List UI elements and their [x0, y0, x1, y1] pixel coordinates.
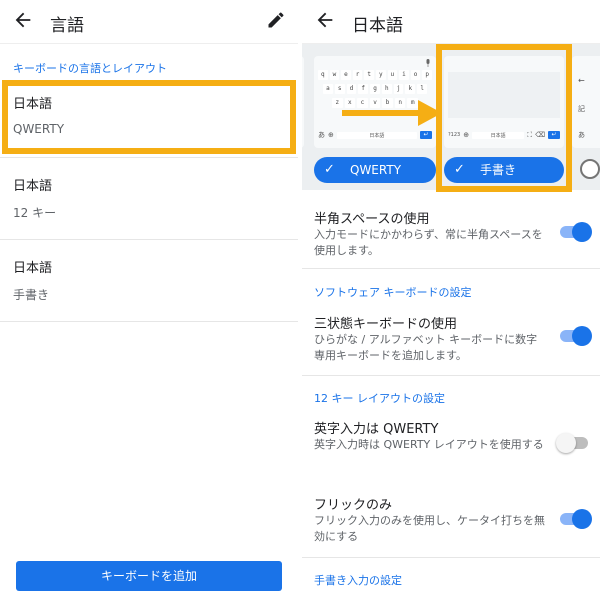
highlight-frame — [2, 80, 296, 154]
section-label-keyboard-languages: キーボードの言語とレイアウト — [13, 62, 167, 75]
key: r — [352, 70, 363, 80]
toggle-knob — [572, 222, 592, 242]
divider — [302, 268, 600, 269]
keyboard-row-2: a s d f g h j k l — [323, 84, 428, 94]
back-arrow-icon[interactable] — [12, 9, 34, 31]
toggle-knob — [556, 433, 576, 453]
setting-title: フリックのみ — [314, 498, 393, 513]
keyboard-bottom-row: あ ⊕ 日本語 ↵ — [318, 130, 432, 140]
space-key: 日本語 — [336, 131, 417, 139]
microphone-icon — [426, 59, 430, 67]
key: q — [318, 70, 328, 80]
divider — [302, 557, 600, 558]
edit-pencil-icon[interactable] — [266, 10, 286, 30]
layout-chip-qwerty[interactable]: ✓ QWERTY — [314, 157, 436, 183]
globe-icon: ⊕ — [328, 131, 334, 139]
setting-title: 英字入力は QWERTY — [314, 422, 439, 437]
partial-key-bottom: あ — [578, 131, 585, 139]
key: f — [358, 84, 369, 94]
layout-chip-label: QWERTY — [350, 163, 402, 177]
page-title: 日本語 — [352, 16, 403, 36]
left-app-bar: 言語 — [0, 0, 298, 44]
setting-description: フリック入力のみを使用し、ケータイ打ちを無効にする — [314, 514, 545, 543]
right-app-bar: 日本語 — [302, 0, 600, 44]
setting-title: 三状態キーボードの使用 — [314, 317, 458, 332]
key: w — [329, 70, 340, 80]
section-label-12key-layout: 12 キー レイアウトの設定 — [314, 392, 445, 405]
page-title: 言語 — [50, 16, 84, 36]
partial-key-mid: 記 — [578, 105, 585, 113]
three-state-keyboard-toggle[interactable] — [560, 326, 592, 346]
keyboard-preview-partial-left — [302, 56, 304, 148]
japanese-settings-screen: 日本語 q w e r t y u i o p a s d f g h j k … — [302, 0, 600, 600]
english-qwerty-toggle[interactable] — [556, 433, 588, 453]
language-item-12key[interactable]: 日本語 12 キー — [0, 158, 298, 240]
key: s — [334, 84, 345, 94]
pointer-arrow-icon — [342, 100, 442, 126]
languages-screen: 言語 キーボードの言語とレイアウト 日本語 QWERTY 日本語 12 キー 日… — [0, 0, 298, 600]
key: h — [381, 84, 392, 94]
toggle-knob — [572, 509, 592, 529]
key: g — [370, 84, 380, 94]
setting-flick-only[interactable]: フリックのみ フリック入力のみを使用し、ケータイ打ちを無効にする — [302, 488, 600, 556]
setting-english-qwerty[interactable]: 英字入力は QWERTY 英字入力時は QWERTY レイアウトを使用する — [302, 410, 600, 478]
key: z — [332, 98, 343, 108]
section-label-software-keyboard: ソフトウェア キーボードの設定 — [314, 286, 472, 299]
language-item-handwriting[interactable]: 日本語 手書き — [0, 240, 298, 322]
left-arrow-icon: ← — [578, 76, 585, 85]
language-layout: 手書き — [13, 288, 50, 302]
setting-description: 入力モードにかかわらず、常に半角スペースを使用します。 — [314, 228, 543, 257]
setting-title: 半角スペースの使用 — [314, 212, 430, 227]
language-name: 日本語 — [13, 261, 53, 276]
toggle-knob — [572, 326, 592, 346]
kana-key: あ — [318, 131, 325, 139]
add-keyboard-button[interactable]: キーボードを追加 — [16, 561, 282, 591]
language-name: 日本語 — [13, 179, 53, 194]
key: o — [410, 70, 421, 80]
keyboard-preview-partial-right[interactable]: ← 記 あ — [572, 56, 600, 148]
keyboard-row-1: q w e r t y u i o p — [318, 70, 432, 80]
setting-three-state-keyboard[interactable]: 三状態キーボードの使用 ひらがな / アルファベット キーボードに数字専用キーボ… — [302, 305, 600, 373]
key: j — [393, 84, 404, 94]
language-layout: 12 キー — [13, 206, 57, 220]
halfwidth-space-toggle[interactable] — [560, 222, 592, 242]
check-icon: ✓ — [324, 162, 335, 177]
key: u — [387, 70, 398, 80]
flick-only-toggle[interactable] — [560, 509, 592, 529]
key: k — [405, 84, 416, 94]
key: d — [346, 84, 357, 94]
key: y — [375, 70, 386, 80]
key: e — [341, 70, 351, 80]
layout-radio-unselected[interactable] — [580, 159, 600, 179]
key: p — [422, 70, 432, 80]
setting-description: 英字入力時は QWERTY レイアウトを使用する — [314, 438, 544, 451]
setting-description: ひらがな / アルファベット キーボードに数字専用キーボードを追加します。 — [314, 333, 538, 362]
key: a — [323, 84, 333, 94]
setting-halfwidth-space[interactable]: 半角スペースの使用 入力モードにかかわらず、常に半角スペースを使用します。 — [302, 200, 600, 268]
key: t — [364, 70, 374, 80]
highlight-frame — [436, 44, 572, 192]
enter-key: ↵ — [420, 131, 432, 139]
key: i — [399, 70, 409, 80]
section-label-handwriting: 手書き入力の設定 — [314, 574, 402, 587]
divider — [302, 375, 600, 376]
key: l — [417, 84, 428, 94]
back-arrow-icon[interactable] — [314, 9, 336, 31]
